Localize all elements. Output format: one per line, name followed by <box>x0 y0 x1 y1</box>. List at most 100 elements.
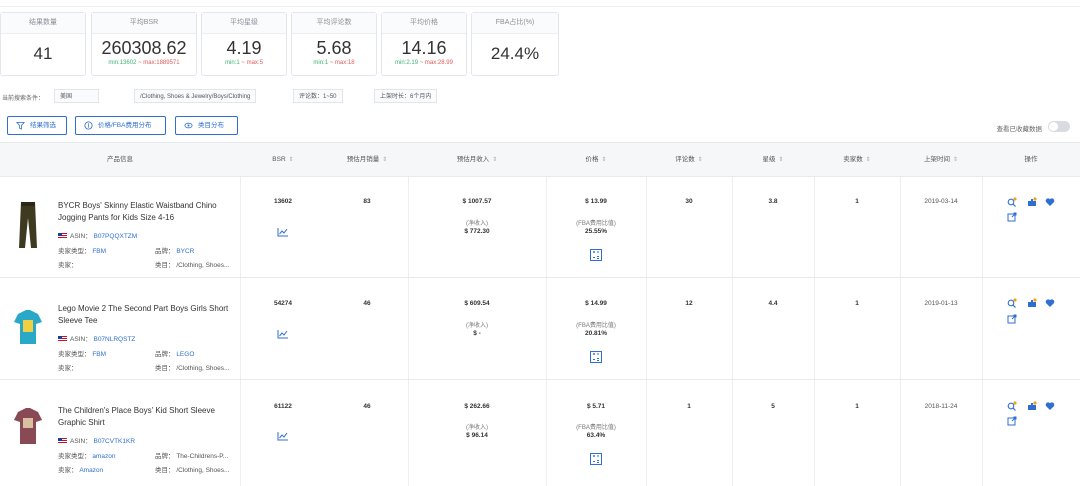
seller: 卖家： Amazon <box>58 467 104 474</box>
sort-icon: ⇕ <box>382 157 388 163</box>
stat-label: 平均BSR <box>92 13 196 34</box>
brand: 品牌： BYCR <box>155 248 195 255</box>
category-distribution-button[interactable]: 类目分布 <box>175 116 238 135</box>
stat-label: FBA占比(%) <box>472 13 558 34</box>
col-listed[interactable]: 上架时间 ⇕ <box>900 143 982 176</box>
review-count: 30 <box>685 198 693 205</box>
trend-chart-icon[interactable] <box>277 227 289 237</box>
trend-chart-icon[interactable] <box>277 329 289 339</box>
net-label: (净收入) <box>466 221 488 227</box>
col-rating[interactable]: 星级 ⇕ <box>732 143 814 176</box>
export-icon[interactable] <box>1007 416 1017 426</box>
seller: 卖家： <box>58 262 78 269</box>
stat-range: min:1 ~ max:5 <box>225 60 263 66</box>
stat-value: 5.68 <box>316 38 352 58</box>
product-title[interactable]: Lego Movie 2 The Second Part Boys Girls … <box>58 303 238 327</box>
asin-link[interactable]: B07NLRQSTZ <box>93 336 135 343</box>
fba-label: (FBA费用比值) <box>576 425 616 431</box>
price-value: $ 14.99 <box>585 300 607 307</box>
heart-icon[interactable] <box>1045 401 1055 411</box>
sort-icon: ⇕ <box>697 157 703 163</box>
fba-label: (FBA费用比值) <box>576 323 616 329</box>
stat-value: 41 <box>33 44 53 63</box>
calculator-icon[interactable] <box>590 351 602 363</box>
asin-link[interactable]: B07CVTK1KR <box>93 438 135 445</box>
product-title[interactable]: BYCR Boys' Skinny Elastic Waistband Chin… <box>58 200 238 224</box>
col-price[interactable]: 价格 ⇕ <box>546 143 646 176</box>
sort-icon: ⇕ <box>952 157 959 163</box>
condition-chip-category[interactable]: /Clothing, Shoes & Jewelry/Boys/Clothing <box>134 89 257 103</box>
bsr-value: 61122 <box>274 403 292 410</box>
us-flag-icon <box>58 233 67 239</box>
puzzle-icon[interactable] <box>1027 197 1037 207</box>
seller-count: 1 <box>855 403 859 410</box>
bsr-value: 13602 <box>273 198 293 205</box>
product-image-pants[interactable] <box>12 200 44 250</box>
calculator-icon[interactable] <box>590 453 602 465</box>
col-sellers[interactable]: 卖家数 ⇕ <box>814 143 900 176</box>
sort-icon: ⇕ <box>492 157 498 163</box>
col-bsr[interactable]: BSR ⇕ <box>240 143 326 176</box>
monthly-sales: 46 <box>363 300 371 307</box>
puzzle-icon[interactable] <box>1027 298 1037 308</box>
seller: 卖家： <box>58 365 78 372</box>
stat-value: 24.4% <box>490 44 540 63</box>
product-image-tshirt[interactable] <box>12 304 44 354</box>
col-monthly-sales[interactable]: 预估月销量 ⇕ <box>326 143 408 176</box>
eye-icon <box>184 122 193 129</box>
stat-value: 4.19 <box>226 38 262 58</box>
category: 类目： /Clothing, Shoes... <box>155 365 230 372</box>
category: 类目： /Clothing, Shoes... <box>155 467 230 474</box>
export-icon[interactable] <box>1007 212 1017 222</box>
category-distribution-label: 类目分布 <box>198 122 224 129</box>
calculator-icon[interactable] <box>590 249 602 261</box>
stat-card-fba-ratio: FBA占比(%) 24.4% <box>471 12 559 76</box>
puzzle-icon[interactable] <box>1027 401 1037 411</box>
asin-link[interactable]: B07PQQXTZM <box>93 233 137 240</box>
monthly-revenue: $ 1007.57 <box>462 198 492 205</box>
heart-icon[interactable] <box>1045 298 1055 308</box>
rating-value: 4.4 <box>768 300 778 307</box>
price-fba-distribution-label: 价格/FBA费用分布 <box>98 122 152 129</box>
condition-chip-listing-age[interactable]: 上架时长：6个月内 <box>374 89 438 103</box>
fba-ratio: 25.55% <box>584 228 608 235</box>
stat-label: 结果数量 <box>1 13 85 34</box>
stat-card-avg-price: 平均价格 14.16 min:2.19 ~ max:28.99 <box>381 12 467 76</box>
result-filter-label: 结果筛选 <box>30 122 56 129</box>
asin-line: ASIN： B07CVTK1KR <box>58 435 135 445</box>
seller-count: 1 <box>855 198 859 205</box>
net-revenue: $ 96.14 <box>466 432 488 439</box>
review-count: 12 <box>685 300 693 307</box>
asin-line: ASIN： B07NLRQSTZ <box>58 333 135 343</box>
net-revenue: $ - <box>473 330 481 337</box>
keyword-search-icon[interactable] <box>1007 401 1017 411</box>
col-monthly-revenue[interactable]: 预估月收入 ⇕ <box>408 143 546 176</box>
stat-label: 平均评论数 <box>292 13 376 34</box>
listed-date: 2019-03-14 <box>924 198 958 205</box>
price-value: $ 5.71 <box>586 403 606 410</box>
price-fba-distribution-button[interactable]: 价格/FBA费用分布 <box>75 116 166 135</box>
result-filter-button[interactable]: 结果筛选 <box>7 116 67 135</box>
brand: 品牌： LEGO <box>155 351 195 358</box>
product-image-graphic-shirt[interactable] <box>12 404 44 452</box>
listed-date: 2018-11-24 <box>924 403 958 410</box>
trend-chart-icon[interactable] <box>277 431 289 441</box>
seller-count: 1 <box>855 300 859 307</box>
stat-value: 14.16 <box>401 38 447 58</box>
heart-icon[interactable] <box>1045 197 1055 207</box>
favorites-toggle[interactable] <box>1048 121 1070 132</box>
col-reviews[interactable]: 评论数 ⇕ <box>646 143 732 176</box>
export-icon[interactable] <box>1007 314 1017 324</box>
us-flag-icon <box>58 438 67 444</box>
condition-chip-marketplace[interactable]: 美国 <box>54 89 99 103</box>
keyword-search-icon[interactable] <box>1007 197 1017 207</box>
product-title[interactable]: The Children's Place Boys' Kid Short Sle… <box>58 405 238 429</box>
us-flag-icon <box>58 336 67 342</box>
condition-chip-reviews[interactable]: 评论数：1~50 <box>293 89 343 103</box>
filter-icon <box>16 121 25 130</box>
price-value: $ 13.99 <box>585 198 607 205</box>
keyword-search-icon[interactable] <box>1007 298 1017 308</box>
dollar-circle-icon <box>84 121 93 130</box>
sort-icon: ⇕ <box>778 157 784 163</box>
stat-card-count: 结果数量 41 <box>0 12 86 76</box>
